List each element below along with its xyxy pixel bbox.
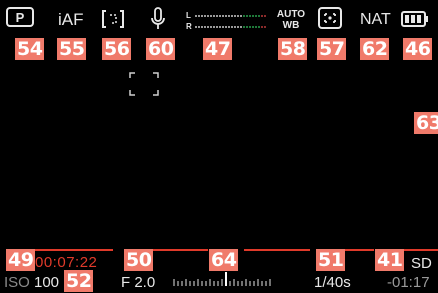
audio-channel-right: R xyxy=(186,22,192,31)
timecode: 00:07:22 xyxy=(35,254,98,271)
rec-bar-right xyxy=(344,249,374,251)
callout-57: 57 xyxy=(317,38,347,60)
callout-56: 56 xyxy=(102,38,132,60)
remaining-time: -01:17 xyxy=(387,274,430,291)
svg-text:P: P xyxy=(16,10,25,25)
audio-level-meter: L R xyxy=(186,11,268,32)
program-mode-icon[interactable]: P xyxy=(6,5,34,29)
callout-46: 46 xyxy=(403,38,433,60)
af-frame-icon xyxy=(129,72,159,96)
wb-line-1: AUTO xyxy=(276,9,306,20)
metering-icon[interactable] xyxy=(100,9,126,29)
callout-52: 52 xyxy=(64,270,94,292)
storage-indicator: SD xyxy=(411,255,432,272)
callout-54: 54 xyxy=(15,38,45,60)
callout-41: 41 xyxy=(375,249,405,271)
rec-bar-left xyxy=(30,249,113,251)
callout-51: 51 xyxy=(316,249,346,271)
callout-62: 62 xyxy=(360,38,390,60)
exposure-scale xyxy=(172,270,282,288)
focus-mode-label[interactable]: iAF xyxy=(58,10,84,30)
wb-line-2: WB xyxy=(282,20,300,31)
audio-channel-left: L xyxy=(186,11,191,20)
shutter-speed[interactable]: 1/40s xyxy=(314,274,351,291)
aperture-value[interactable]: F 2.0 xyxy=(121,274,155,291)
callout-64: 64 xyxy=(209,249,239,271)
battery-icon xyxy=(401,11,429,27)
callout-58: 58 xyxy=(278,38,308,60)
callout-49: 49 xyxy=(6,249,36,271)
callout-50: 50 xyxy=(124,249,154,271)
callout-63: 63 xyxy=(414,112,438,134)
rec-bar-mid2 xyxy=(244,249,310,251)
white-balance-indicator[interactable]: AUTO WB xyxy=(276,9,306,33)
iso-value[interactable]: 100 xyxy=(34,274,59,291)
film-style-label[interactable]: NAT xyxy=(360,11,391,29)
af-area-icon[interactable] xyxy=(317,6,343,30)
callout-47: 47 xyxy=(203,38,233,60)
iso-label: ISO xyxy=(4,274,30,291)
callout-55: 55 xyxy=(57,38,87,60)
callout-60: 60 xyxy=(146,38,176,60)
rec-bar-mid xyxy=(152,249,208,251)
rec-bar-far xyxy=(400,249,438,251)
microphone-icon[interactable] xyxy=(150,7,166,33)
